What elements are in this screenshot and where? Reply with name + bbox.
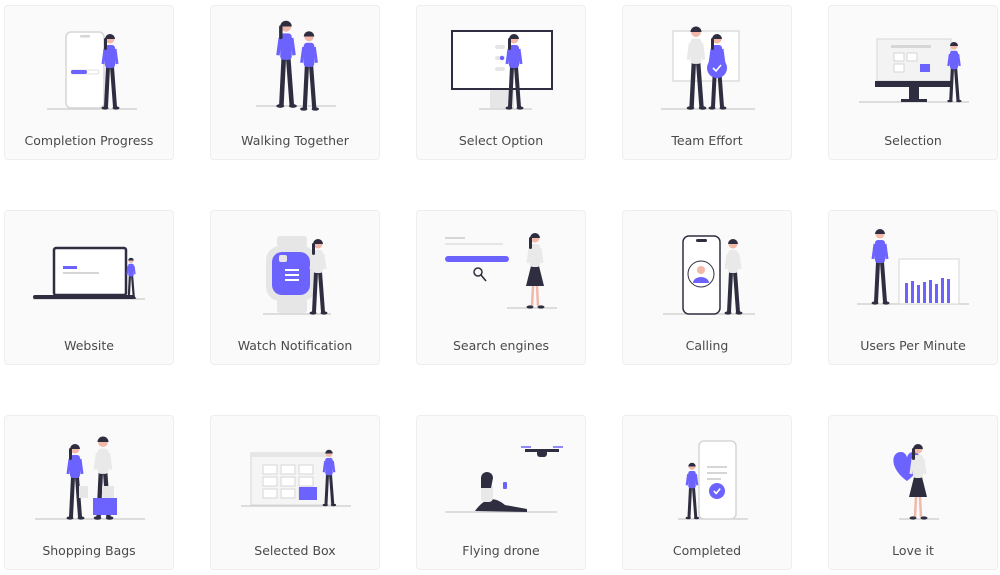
illustration-card-calling[interactable]: Calling: [622, 210, 792, 365]
website-illustration: [33, 246, 145, 300]
users-per-minute-illustration: [857, 229, 969, 305]
card-title: Shopping Bags: [42, 543, 136, 558]
illustration-card-selected-box[interactable]: Selected Box: [210, 415, 380, 570]
illustration-card-completed[interactable]: Completed: [622, 415, 792, 570]
illustration-card-website[interactable]: Website: [4, 210, 174, 365]
card-title: Selected Box: [254, 543, 336, 558]
completion-progress-illustration: [47, 31, 137, 110]
card-title: Completed: [672, 543, 742, 558]
card-title: Walking Together: [241, 133, 349, 148]
illustration-card-completion-progress[interactable]: Completion Progress: [4, 5, 174, 160]
watch-notification-illustration: [263, 236, 331, 315]
flying-drone-illustration: [445, 446, 563, 513]
card-title: Love it: [892, 543, 934, 558]
illustration-card-love-it[interactable]: Love it: [828, 415, 998, 570]
card-title: Selection: [884, 133, 942, 148]
card-title: Select Option: [458, 133, 544, 148]
team-effort-illustration: [661, 26, 755, 110]
illustration-card-team-effort[interactable]: Team Effort: [622, 5, 792, 160]
illustration-grid: Completion Progress Walking Together Selec…: [4, 5, 998, 570]
illustration-card-shopping-bags[interactable]: Shopping Bags: [4, 415, 174, 570]
walking-together-illustration: [256, 20, 336, 111]
calling-illustration: [663, 235, 755, 315]
card-title: Search engines: [452, 338, 550, 353]
illustration-card-users-per-minute[interactable]: Users Per Minute: [828, 210, 998, 365]
selected-box-illustration: [241, 449, 351, 507]
love-it-illustration: [893, 444, 939, 520]
card-title: Website: [64, 338, 114, 353]
search-engines-illustration: [445, 233, 557, 309]
illustration-card-selection[interactable]: Selection: [828, 5, 998, 160]
card-title: Calling: [685, 338, 729, 353]
card-title: Flying drone: [462, 543, 540, 558]
selection-illustration: [859, 38, 969, 103]
illustration-card-search-engines[interactable]: Search engines: [416, 210, 586, 365]
illustration-card-select-option[interactable]: Select Option: [416, 5, 586, 160]
select-option-illustration: [451, 30, 553, 110]
completed-illustration: [678, 440, 748, 520]
illustration-card-walking-together[interactable]: Walking Together: [210, 5, 380, 160]
shopping-bags-illustration: [35, 436, 145, 520]
card-title: Completion Progress: [24, 133, 154, 148]
illustration-card-flying-drone[interactable]: Flying drone: [416, 415, 586, 570]
illustration-card-watch-notification[interactable]: Watch Notification: [210, 210, 380, 365]
card-title: Watch Notification: [237, 338, 353, 353]
card-title: Users Per Minute: [860, 338, 966, 353]
card-title: Team Effort: [671, 133, 743, 148]
